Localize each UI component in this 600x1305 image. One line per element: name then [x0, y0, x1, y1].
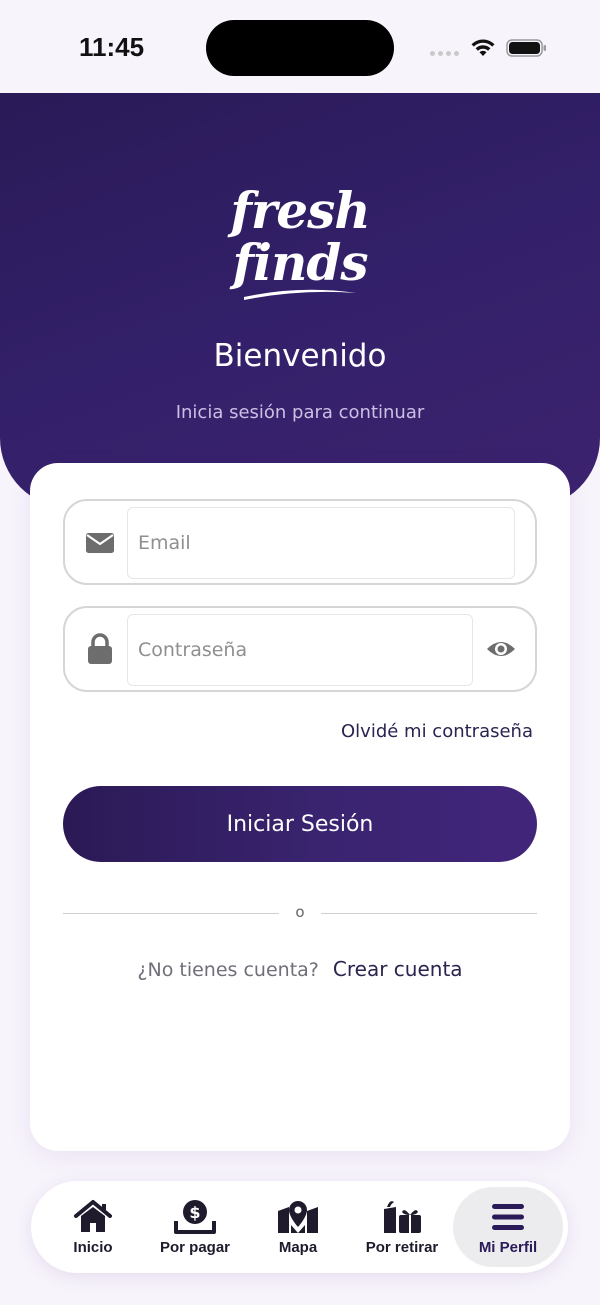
map-pin-icon — [278, 1201, 318, 1233]
tab-label: Inicio — [73, 1239, 113, 1256]
gift-bag-icon — [384, 1201, 421, 1233]
svg-text:$: $ — [189, 1203, 200, 1222]
forgot-password-link[interactable]: Olvidé mi contraseña — [341, 721, 533, 742]
envelope-icon — [86, 533, 114, 553]
divider-text: o — [295, 903, 305, 921]
divider-line-right — [321, 913, 537, 914]
divider-line-left — [63, 913, 279, 914]
password-input[interactable] — [127, 614, 473, 686]
tab-mapa[interactable]: Mapa — [247, 1187, 349, 1267]
eye-icon[interactable] — [485, 635, 517, 663]
tab-mi-perfil[interactable]: Mi Perfil — [453, 1187, 563, 1267]
email-field-container — [63, 499, 537, 585]
login-button[interactable]: Iniciar Sesión — [63, 786, 537, 862]
signup-row: ¿No tienes cuenta? Crear cuenta — [30, 957, 570, 981]
cellular-signal-icon — [430, 51, 459, 56]
wifi-icon — [471, 39, 495, 56]
header-banner: fresh finds Bienvenido Inicia sesión par… — [0, 93, 600, 508]
create-account-link[interactable]: Crear cuenta — [333, 957, 463, 981]
tab-label: Mapa — [278, 1239, 318, 1256]
status-time: 11:45 — [79, 32, 145, 62]
tab-inicio[interactable]: Inicio — [43, 1187, 143, 1267]
dollar-tray-icon: $ — [174, 1200, 216, 1234]
battery-icon — [506, 39, 546, 57]
logo-line-2: finds — [232, 233, 369, 292]
home-icon — [74, 1200, 112, 1232]
hamburger-menu-icon — [492, 1204, 524, 1230]
tab-label: Por retirar — [365, 1239, 439, 1256]
page-subtitle: Inicia sesión para continuar — [175, 402, 425, 423]
status-bar: 11:45 — [0, 0, 600, 93]
no-account-text: ¿No tienes cuenta? — [137, 959, 319, 981]
fresh-finds-logo: fresh finds — [0, 185, 600, 301]
page-title: Bienvenido — [213, 338, 387, 374]
tab-por-retirar[interactable]: Por retirar — [349, 1187, 455, 1267]
email-input[interactable] — [127, 507, 515, 579]
login-card: Olvidé mi contraseña Iniciar Sesión o ¿N… — [30, 463, 570, 1151]
bottom-tab-bar: Inicio $ Por pagar Mapa Por retirar Mi P… — [31, 1181, 568, 1273]
tab-por-pagar[interactable]: $ Por pagar — [143, 1187, 247, 1267]
tab-label: Por pagar — [159, 1239, 231, 1256]
lock-icon — [88, 633, 112, 664]
password-field-container — [63, 606, 537, 692]
dynamic-island — [206, 20, 394, 76]
tab-label: Mi Perfil — [478, 1239, 538, 1256]
logo-line-1: fresh — [230, 181, 370, 240]
